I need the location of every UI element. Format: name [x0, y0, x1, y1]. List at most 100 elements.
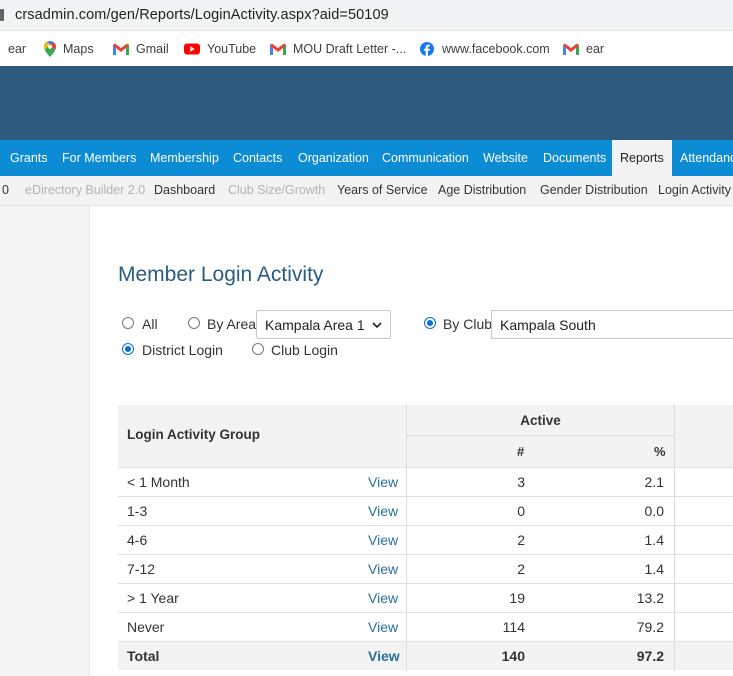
header-login-activity-group: Login Activity Group [118, 405, 407, 467]
nav-item-contacts[interactable]: Contacts [233, 140, 282, 176]
row-group: Never [127, 619, 165, 635]
column-divider [406, 613, 407, 642]
nav-item-attendance[interactable]: Attendance [680, 140, 733, 176]
row-group: 1-3 [127, 503, 148, 519]
radio-all[interactable] [122, 317, 134, 329]
nav-item-website[interactable]: Website [483, 140, 528, 176]
gmail-icon [563, 43, 579, 55]
subnav-item-dashboard[interactable]: Dashboard [154, 176, 215, 205]
table-row: 7-12 View 2 1.4 [118, 554, 733, 584]
subnav-item-login-activity[interactable]: Login Activity [658, 176, 731, 205]
view-link[interactable]: View [368, 503, 398, 519]
login-activity-table: Login Activity Group Active # % < 1 Mont… [118, 405, 733, 671]
club-field-value: Kampala South [500, 317, 596, 333]
row-group: > 1 Year [127, 590, 179, 606]
radio-district-login-label: District Login [142, 342, 223, 358]
bookmark-label: www.facebook.com [442, 42, 550, 56]
subnav-item-partial[interactable]: 0 [2, 176, 9, 205]
bookmark-label: Gmail [136, 42, 169, 56]
chevron-down-icon [372, 322, 382, 329]
view-link[interactable]: View [368, 532, 398, 548]
bookmark-youtube[interactable]: YouTube [184, 40, 256, 58]
header-text: Login Activity Group [127, 427, 260, 442]
bookmark-mou-draft[interactable]: MOU Draft Letter -... [270, 40, 406, 58]
youtube-icon [184, 43, 200, 55]
subnav-item-edirectory-builder[interactable]: eDirectory Builder 2.0 [25, 176, 145, 205]
row-count: 19 [509, 590, 525, 606]
view-link[interactable]: View [368, 619, 398, 635]
main-nav: Grants For Members Membership Contacts O… [0, 140, 733, 176]
bookmark-maps[interactable]: Maps [44, 40, 94, 58]
row-percent: 1.4 [644, 561, 664, 577]
column-divider [674, 468, 675, 497]
nav-item-membership[interactable]: Membership [150, 140, 219, 176]
bookmark-label: ear [586, 42, 605, 56]
bookmark-gmail[interactable]: Gmail [113, 40, 169, 58]
subnav-item-years-of-service[interactable]: Years of Service [337, 176, 428, 205]
page-title: Member Login Activity [118, 263, 324, 286]
total-count: 140 [501, 648, 525, 664]
row-count: 0 [517, 503, 525, 519]
club-field[interactable]: Kampala South [491, 310, 733, 339]
radio-all-label: All [142, 316, 158, 332]
column-divider [674, 642, 675, 671]
view-link[interactable]: View [368, 474, 398, 490]
nav-item-communication[interactable]: Communication [382, 140, 469, 176]
bookmarks-bar: ear Maps Gmail YouTube MOU Draft Letter … [0, 31, 733, 66]
bookmark-label: ear [8, 42, 27, 56]
radio-district-login[interactable] [122, 343, 134, 355]
view-link[interactable]: View [368, 648, 400, 664]
address-bar[interactable]: crsadmin.com/gen/Reports/LoginActivity.a… [0, 0, 733, 31]
lock-icon [0, 9, 4, 21]
subnav-item-age-distribution[interactable]: Age Distribution [438, 176, 526, 205]
table-row: < 1 Month View 3 2.1 [118, 467, 733, 497]
site-banner [0, 66, 733, 140]
facebook-icon [420, 42, 434, 56]
row-count: 3 [517, 474, 525, 490]
header-active: Active [407, 405, 675, 436]
row-count: 2 [517, 532, 525, 548]
nav-item-grants[interactable]: Grants [10, 140, 48, 176]
row-percent: 79.2 [636, 619, 664, 635]
header-percent: % [654, 444, 666, 459]
reports-subnav: 0 eDirectory Builder 2.0 Dashboard Club … [0, 176, 733, 206]
header-subcolumns: # % [407, 436, 675, 467]
row-count: 2 [517, 561, 525, 577]
header-next-column [675, 405, 733, 467]
subnav-item-gender-distribution[interactable]: Gender Distribution [540, 176, 648, 205]
row-percent: 13.2 [636, 590, 664, 606]
radio-by-area[interactable] [188, 317, 200, 329]
bookmark-label: MOU Draft Letter -... [293, 42, 407, 56]
bookmark-facebook[interactable]: www.facebook.com [419, 40, 550, 58]
total-label: Total [127, 648, 160, 664]
column-divider [406, 497, 407, 526]
nav-item-documents[interactable]: Documents [543, 140, 606, 176]
table-row: > 1 Year View 19 13.2 [118, 583, 733, 613]
nav-item-reports[interactable]: Reports [612, 140, 672, 176]
row-group: 4-6 [127, 532, 148, 548]
row-percent: 0.0 [644, 503, 664, 519]
view-link[interactable]: View [368, 590, 398, 606]
table-total-row: Total View 140 97.2 [118, 641, 733, 671]
view-link[interactable]: View [368, 561, 398, 577]
nav-item-for-members[interactable]: For Members [62, 140, 136, 176]
nav-item-organization[interactable]: Organization [298, 140, 369, 176]
bookmark-label: Maps [63, 42, 94, 56]
area-select-value: Kampala Area 1 [265, 317, 365, 333]
url-text[interactable]: crsadmin.com/gen/Reports/LoginActivity.a… [15, 7, 389, 23]
table-row: 1-3 View 0 0.0 [118, 496, 733, 526]
column-divider [674, 555, 675, 584]
row-percent: 1.4 [644, 532, 664, 548]
column-divider [406, 555, 407, 584]
area-select[interactable]: Kampala Area 1 [256, 310, 391, 339]
subnav-item-club-size-growth[interactable]: Club Size/Growth [228, 176, 325, 205]
gmail-icon [113, 43, 129, 55]
column-divider [406, 526, 407, 555]
radio-by-club[interactable] [424, 317, 436, 329]
column-divider [406, 468, 407, 497]
radio-club-login[interactable] [252, 343, 264, 355]
bookmark-ear-gmail[interactable]: ear [563, 40, 604, 58]
column-divider [406, 642, 407, 671]
bookmark-ear[interactable]: ear [8, 40, 26, 58]
radio-club-login-label: Club Login [271, 342, 338, 358]
